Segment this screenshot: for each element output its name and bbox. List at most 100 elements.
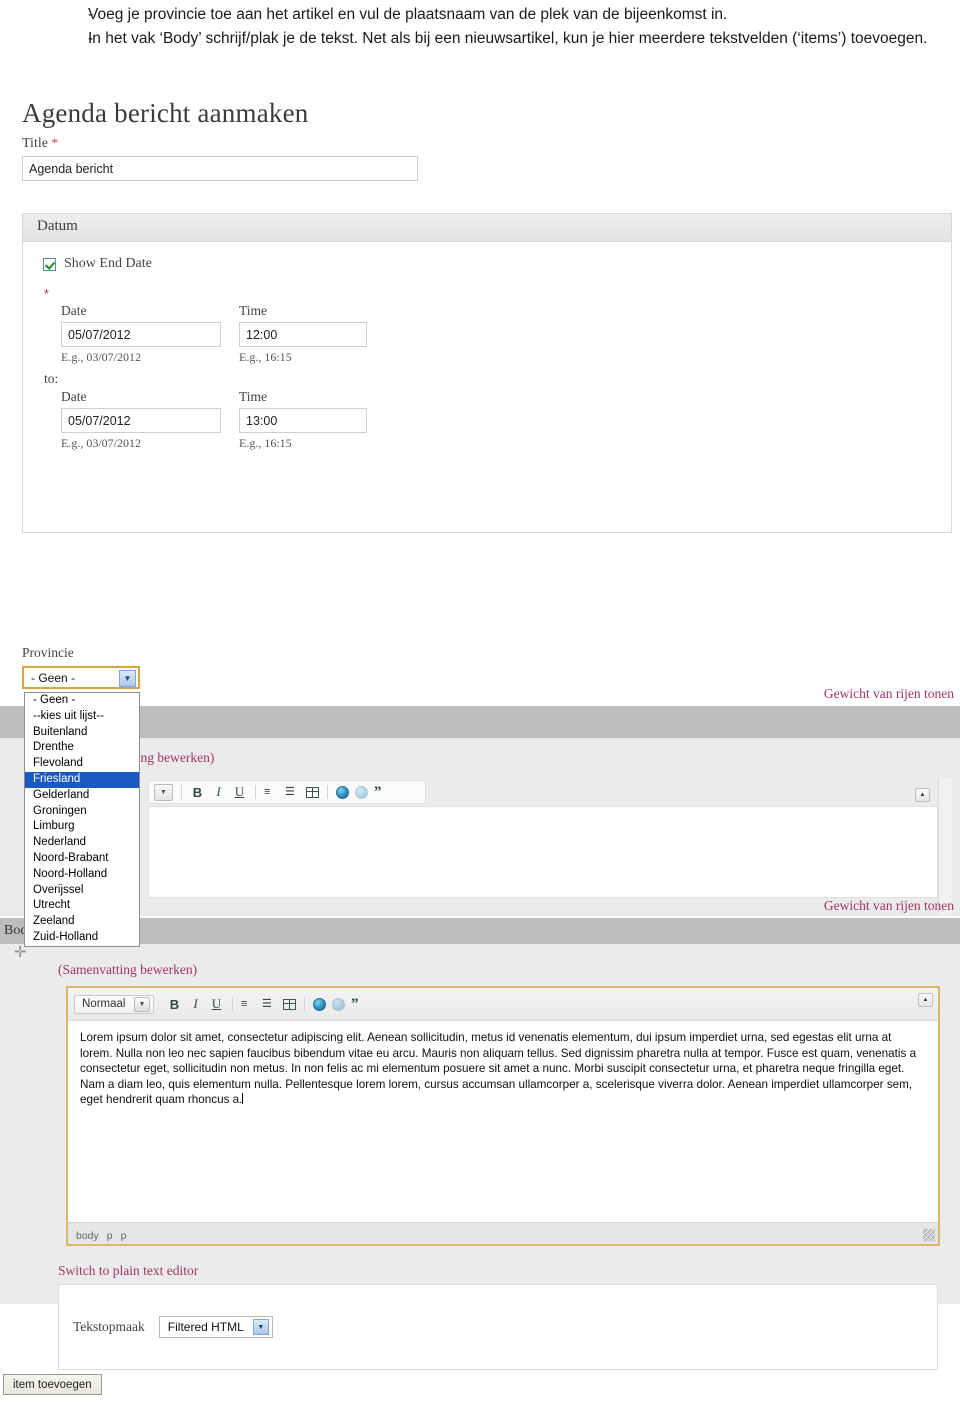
- blockquote-icon[interactable]: ”: [351, 997, 359, 1012]
- table-icon[interactable]: [283, 998, 296, 1010]
- resize-grip[interactable]: [923, 1229, 935, 1241]
- provincie-select[interactable]: - Geen - ▼: [22, 666, 140, 689]
- body-editor-content[interactable]: Lorem ipsum dolor sit amet, consectetur …: [68, 1021, 938, 1117]
- datum-required-asterisk: *: [44, 286, 50, 301]
- show-end-date-label: Show End Date: [64, 256, 152, 271]
- provincie-option[interactable]: --kies uit lijst--: [25, 709, 139, 725]
- chevron-down-icon[interactable]: ▼: [119, 670, 136, 687]
- end-date-input[interactable]: 05/07/2012: [61, 408, 221, 433]
- summary-scroll-up-button[interactable]: ▲: [915, 788, 930, 802]
- title-label-text: Title: [22, 136, 48, 151]
- provincie-option[interactable]: Noord-Brabant: [25, 851, 139, 867]
- start-date-hint: E.g., 03/07/2012: [61, 350, 141, 364]
- end-date-label: Date: [61, 389, 87, 404]
- underline-button[interactable]: U: [232, 784, 247, 800]
- bullet-dash: -: [88, 30, 94, 48]
- bold-button[interactable]: B: [190, 785, 205, 800]
- text-format-label: Tekstopmaak: [73, 1319, 145, 1334]
- text-format-select[interactable]: Filtered HTML ▼: [158, 1316, 273, 1338]
- provincie-option[interactable]: Noord-Holland: [25, 867, 139, 883]
- summary-editor-area[interactable]: [148, 806, 938, 898]
- ordered-list-icon[interactable]: ≡: [264, 785, 279, 799]
- bullet-dash: -: [88, 6, 94, 23]
- end-time-col: Time 13:00 E.g., 16:15: [239, 389, 367, 451]
- provincie-option[interactable]: Flevoland: [25, 756, 139, 772]
- italic-button[interactable]: I: [211, 784, 226, 800]
- end-time-hint: E.g., 16:15: [239, 436, 292, 450]
- end-time-input[interactable]: 13:00: [239, 408, 367, 433]
- text-caret: [242, 1093, 244, 1104]
- show-end-date-checkbox[interactable]: [43, 257, 56, 271]
- provincie-option[interactable]: Zeeland: [25, 914, 139, 930]
- provincie-option[interactable]: Utrecht: [25, 898, 139, 914]
- end-datetime-group: Date 05/07/2012 E.g., 03/07/2012 Time 13…: [61, 389, 951, 451]
- provincie-option[interactable]: Nederland: [25, 835, 139, 851]
- globe-link-icon[interactable]: [313, 997, 326, 1011]
- body-rich-text-editor: Normaal ▼ B I U ≡ ☰ ” ▲ Lorem ipsum dolo…: [66, 986, 940, 1246]
- toolbar-divider: [327, 785, 328, 799]
- ordered-list-icon[interactable]: ≡: [241, 997, 256, 1011]
- start-time-col: Time 12:00 E.g., 16:15: [239, 303, 367, 365]
- path-segment-p2: p: [120, 1229, 127, 1242]
- title-field-label: Title *: [22, 135, 960, 152]
- globe-unlink-icon[interactable]: [355, 785, 368, 799]
- provincie-dropdown-list[interactable]: - Geen - --kies uit lijst-- Buitenland Dren…: [24, 692, 140, 947]
- toolbar-divider: [255, 785, 256, 799]
- end-time-label: Time: [239, 389, 268, 404]
- to-label: to:: [44, 371, 59, 386]
- start-date-input[interactable]: 05/07/2012: [61, 322, 221, 347]
- provincie-option[interactable]: Gelderland: [25, 788, 139, 804]
- provincie-option[interactable]: Zuid-Holland: [25, 930, 139, 946]
- italic-button[interactable]: I: [188, 996, 203, 1012]
- provincie-option[interactable]: Overijssel: [25, 883, 139, 899]
- text-format-value: Filtered HTML: [167, 1320, 244, 1334]
- underline-button[interactable]: U: [209, 996, 224, 1012]
- provincie-option[interactable]: Friesland: [25, 771, 139, 788]
- unordered-list-icon[interactable]: ☰: [262, 997, 277, 1011]
- show-row-weights-link-1[interactable]: Gewicht van rijen tonen: [824, 686, 954, 702]
- provincie-selected-value: - Geen -: [31, 670, 76, 685]
- table-icon[interactable]: [306, 786, 319, 798]
- blockquote-icon[interactable]: ”: [374, 785, 382, 800]
- add-item-button[interactable]: item toevoegen: [3, 1374, 102, 1395]
- globe-unlink-icon[interactable]: [332, 997, 345, 1011]
- provincie-option[interactable]: Drenthe: [25, 740, 139, 756]
- body-text: Lorem ipsum dolor sit amet, consectetur …: [80, 1031, 917, 1106]
- edit-summary-link[interactable]: (Samenvatting bewerken): [58, 962, 197, 978]
- format-dropdown-button[interactable]: ▼: [154, 783, 173, 801]
- switch-to-plain-text-link[interactable]: Switch to plain text editor: [58, 1263, 198, 1279]
- end-date-col: Date 05/07/2012 E.g., 03/07/2012: [61, 389, 221, 451]
- bullet-text: Voeg je provincie toe aan het artikel en…: [88, 6, 728, 23]
- start-time-hint: E.g., 16:15: [239, 350, 292, 364]
- path-segment-body: body: [76, 1229, 99, 1242]
- bold-button[interactable]: B: [167, 997, 182, 1012]
- toolbar-divider: [181, 785, 182, 799]
- show-row-weights-link-2[interactable]: Gewicht van rijen tonen: [824, 898, 954, 914]
- required-asterisk: *: [51, 135, 58, 150]
- provincie-option[interactable]: Groningen: [25, 804, 139, 820]
- edit-summary-link-partial[interactable]: ting bewerken): [133, 750, 214, 766]
- bullet-text: In het vak ‘Body’ schrijf/plak je de tek…: [88, 30, 928, 48]
- page-title: Agenda bericht aanmaken: [22, 98, 309, 128]
- body-scroll-up-button[interactable]: ▲: [918, 993, 933, 1007]
- chevron-down-icon[interactable]: ▼: [252, 1319, 269, 1335]
- provincie-option[interactable]: - Geen -: [25, 693, 139, 709]
- screenshot-region: Agenda bericht aanmaken Title * Agenda b…: [0, 88, 960, 1403]
- title-input[interactable]: Agenda bericht: [22, 156, 418, 181]
- start-date-label: Date: [61, 303, 87, 318]
- datum-legend: Datum: [23, 214, 951, 242]
- paragraph-format-select[interactable]: Normaal ▼: [74, 994, 154, 1014]
- provincie-option[interactable]: Limburg: [25, 819, 139, 835]
- path-segment-p1: p: [106, 1229, 113, 1242]
- end-date-hint: E.g., 03/07/2012: [61, 436, 141, 450]
- editor-element-path: body p p: [68, 1222, 938, 1244]
- chevron-down-icon[interactable]: ▼: [134, 996, 150, 1012]
- start-time-input[interactable]: 12:00: [239, 322, 367, 347]
- unordered-list-icon[interactable]: ☰: [285, 785, 300, 799]
- provincie-option[interactable]: Buitenland: [25, 725, 139, 741]
- intro-bullet-2: - In het vak ‘Body’ schrijf/plak je de t…: [20, 28, 940, 50]
- datum-fieldset: Datum Show End Date * Date 05/07/2012 E.…: [22, 213, 952, 533]
- show-end-date-row[interactable]: Show End Date: [43, 256, 951, 272]
- globe-link-icon[interactable]: [336, 785, 349, 799]
- summary-scrollbar[interactable]: [938, 778, 952, 914]
